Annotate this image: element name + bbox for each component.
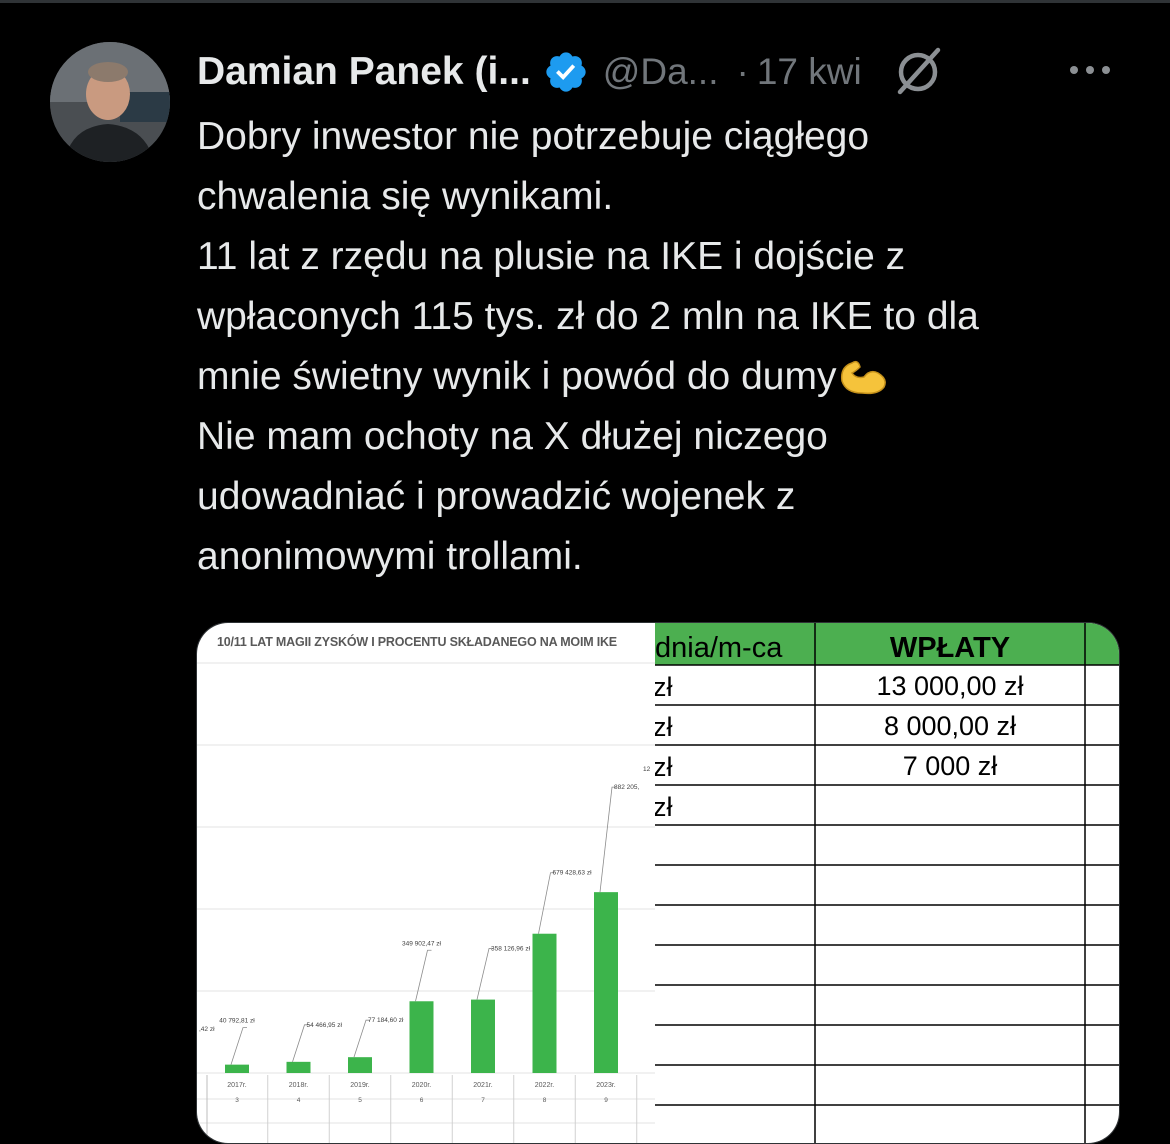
verified-badge-icon[interactable]	[543, 49, 589, 95]
tweet-line: anonimowymi trollami.	[197, 535, 583, 578]
x-tick-label: 2018r.	[289, 1082, 309, 1089]
chart-image[interactable]: 2017r. 3 40 792,81 zł 2018r. 4 54 466,95 zł 20…	[197, 623, 655, 1143]
chart-bar	[286, 1061, 311, 1073]
x-sub-label: 4	[297, 1097, 301, 1104]
author-handle[interactable]: @Da...	[603, 51, 719, 93]
more-icon[interactable]	[1068, 62, 1112, 78]
chart-bar	[225, 1064, 249, 1073]
spreadsheet: dnia/m-ca WPŁATY zł zł zł zł 13 000,00 zł 8 000…	[655, 623, 1119, 1143]
tweet-line: mnie świetny wynik i powód do dumy	[197, 355, 837, 398]
leader-line	[292, 1024, 309, 1062]
bar-chart: 2017r. 3 40 792,81 zł 2018r. 4 54 466,95 zł 20…	[197, 662, 655, 1143]
x-sub-label: 5	[358, 1097, 362, 1104]
spreadsheet-image[interactable]: dnia/m-ca WPŁATY zł zł zł zł 13 000,00 zł 8 000…	[655, 623, 1119, 1143]
x-sub-label: 7	[481, 1097, 485, 1104]
tweet-media[interactable]: 2017r. 3 40 792,81 zł 2018r. 4 54 466,95 zł 20…	[196, 622, 1120, 1144]
x-tick-label: 2017r.	[227, 1082, 247, 1089]
sheet-cell-deposit: 8 000,00 zł	[884, 711, 1016, 741]
x-sub-label: 9	[604, 1097, 608, 1104]
leader-line	[538, 872, 555, 934]
tweet-text: Dobry inwestor nie potrzebuje ciągłego c…	[197, 107, 1127, 587]
x-tick-label: 2023r.	[596, 1082, 616, 1089]
x-tick-label: 2019r.	[350, 1082, 370, 1089]
data-label: 349 902,47 zł	[402, 940, 442, 947]
chart-bar	[594, 892, 618, 1073]
author-name[interactable]: Damian Panek (i...	[197, 50, 531, 94]
flexed-biceps-icon	[841, 360, 887, 395]
x-sub-label: 3	[235, 1097, 239, 1104]
top-divider	[0, 0, 1170, 3]
sheet-cell: zł	[655, 752, 673, 782]
data-label: 358 126,96 zł	[491, 946, 531, 953]
leader-line	[230, 1027, 247, 1065]
x-sub-label: 6	[420, 1097, 424, 1104]
chart-bar	[409, 1001, 434, 1073]
timestamp[interactable]: 17 kwi	[757, 51, 862, 93]
leader-line	[353, 1019, 370, 1058]
grok-icon[interactable]	[892, 46, 944, 98]
data-label: 882 205,	[614, 784, 639, 791]
avatar-photo	[50, 42, 170, 162]
tweet-line: udowadniać i prowadzić wojenek z	[197, 475, 796, 518]
tweet-line: Dobry inwestor nie potrzebuje ciągłego	[197, 115, 870, 158]
axis-label: 12	[643, 766, 651, 773]
sheet-header-date: dnia/m-ca	[655, 632, 783, 664]
tweet-line: Nie mam ochoty na X dłużej niczego	[197, 415, 828, 458]
sheet-header-deposits: WPŁATY	[890, 632, 1010, 664]
x-tick-label: 2022r.	[535, 1082, 555, 1089]
separator-dot: ·	[736, 51, 749, 92]
data-label: 40 792,81 zł	[219, 1018, 255, 1025]
data-label: 54 466,95 zł	[307, 1022, 343, 1029]
chart-bar	[471, 999, 495, 1073]
leader-line	[599, 786, 616, 893]
chart-bar	[532, 933, 557, 1073]
tweet-header: Damian Panek (i... @Da... · 17 kwi	[197, 44, 1147, 100]
leader-line	[415, 949, 432, 1002]
tweet-line: wpłaconych 115 tys. zł do 2 mln na IKE t…	[197, 295, 979, 338]
sheet-cell: zł	[655, 792, 673, 822]
tweet-line: 11 lat z rzędu na plusie na IKE i dojści…	[197, 235, 906, 278]
sheet-cell: zł	[655, 712, 673, 742]
x-sub-label: 8	[543, 1097, 547, 1104]
sheet-cell-deposit: 13 000,00 zł	[876, 671, 1023, 701]
chart-bar	[348, 1057, 372, 1073]
tweet-line: chwalenia się wynikami.	[197, 175, 614, 218]
x-tick-label: 2021r.	[473, 1082, 493, 1089]
leader-line	[476, 948, 493, 1000]
sheet-cell-deposit: 7 000 zł	[903, 751, 998, 781]
sheet-cell: zł	[655, 672, 673, 702]
data-label: 77 184,60 zł	[368, 1017, 404, 1024]
data-label: ,42 zł	[199, 1026, 215, 1033]
chart-title: 10/11 LAT MAGII ZYSKÓW I PROCENTU SKŁADA…	[217, 635, 617, 649]
x-tick-label: 2020r.	[412, 1082, 432, 1089]
avatar[interactable]	[50, 42, 170, 162]
data-label: 679 428,63 zł	[553, 870, 593, 877]
